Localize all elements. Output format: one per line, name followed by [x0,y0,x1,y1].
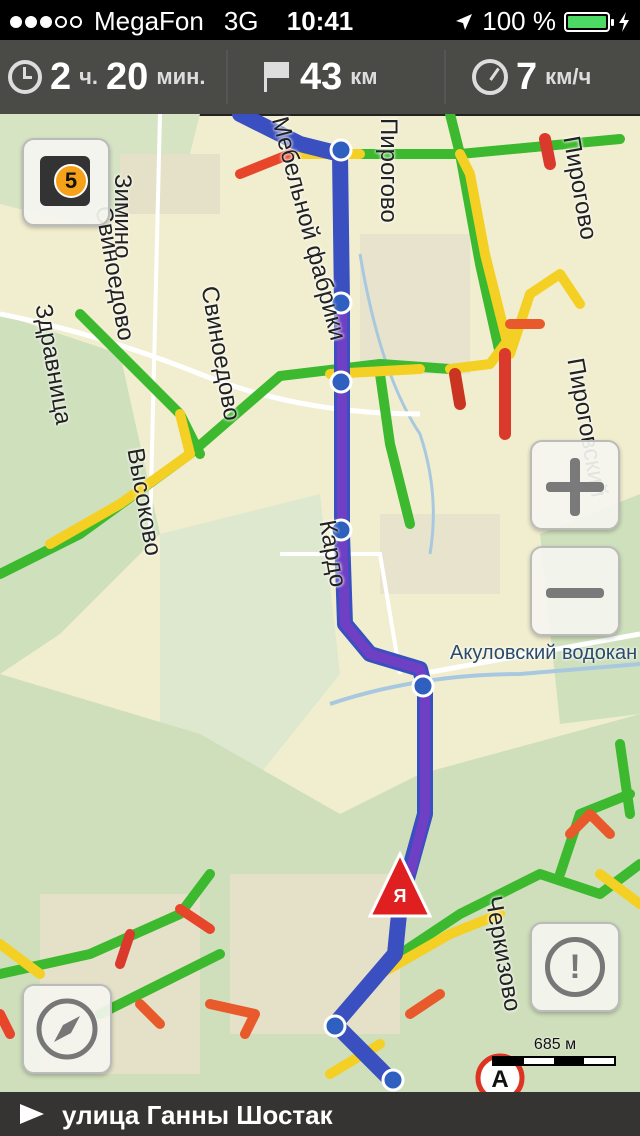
plus-icon-vertical [570,458,580,516]
status-bar: MegaFon 3G 10:41 100 % [0,0,640,40]
building-block [380,514,500,594]
report-incident-button[interactable]: ! [530,922,620,1012]
flag-icon [258,60,292,94]
ya-logo: Я [394,886,407,906]
zoom-in-button[interactable] [530,440,620,530]
info-divider [226,50,228,104]
charging-bolt-icon [619,11,629,32]
eta-hours: 2 [50,55,72,98]
place-label-pirogovo: Пирогово [375,118,402,223]
waypoint-dot [411,674,435,698]
scale-label: 685 м [533,1036,577,1053]
scale-bar [492,1056,616,1066]
battery-icon [564,11,614,32]
waypoint-dot [323,1014,347,1038]
water-label-akulovsky: Акуловский водокан [450,642,638,664]
waypoint-dot [329,138,353,162]
road-green [445,109,465,159]
building-block [360,234,470,374]
traffic-level-badge: 5 [54,164,88,198]
exclamation-icon: ! [545,937,605,997]
waypoint-dot [381,1068,405,1092]
clock-icon [8,60,42,94]
distance-value: 43 [300,55,343,98]
map-scale: 685 м [492,1036,618,1066]
current-street-name: улица Ганны Шостак [62,1100,333,1130]
eta-block: 2 ч. 20 мин. [8,40,206,114]
speed-value: 7 [516,55,538,98]
eta-hours-unit: ч. [79,64,99,89]
direction-arrow-icon [20,1104,44,1124]
compass-button[interactable] [22,984,112,1074]
traffic-light-icon: 5 [40,156,90,206]
marker-a-label: A [491,1066,508,1092]
traffic-toggle-button[interactable]: 5 [22,138,110,226]
road-green [375,369,415,529]
speed-unit: км/ч [545,64,592,89]
status-right: 100 % [454,6,630,37]
speedometer-icon [472,59,508,95]
distance-unit: км [350,64,378,89]
distance-block: 43 км [258,40,378,114]
current-street-bar: улица Ганны Шостак [0,1092,640,1136]
location-arrow-icon [456,13,473,30]
road-red [539,133,556,170]
waypoint-dot [329,370,353,394]
eta-minutes: 20 [106,55,149,98]
minus-icon [546,588,604,598]
speed-block: 7 км/ч [472,40,591,114]
zoom-out-button[interactable] [530,546,620,636]
compass-icon [36,998,98,1060]
battery-percent: 100 % [482,6,556,36]
info-divider [444,50,446,104]
route-info-bar: 2 ч. 20 мин. 43 км 7 км/ч [0,40,640,116]
eta-minutes-unit: мин. [156,64,206,89]
road-red [449,368,466,410]
